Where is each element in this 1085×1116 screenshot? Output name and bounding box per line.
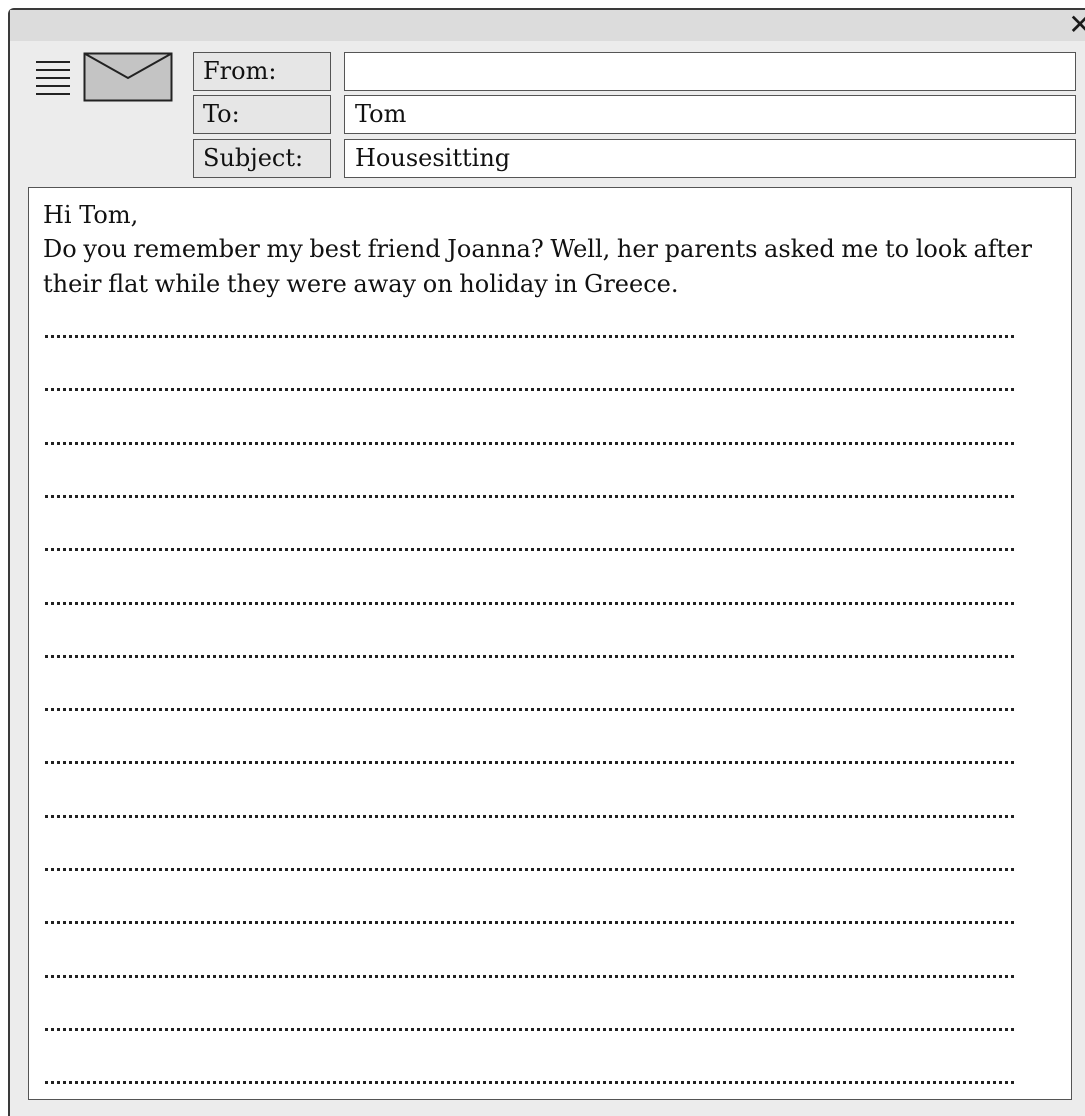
answer-line[interactable] [45, 868, 1014, 871]
answer-line[interactable] [45, 442, 1014, 445]
answer-line[interactable] [45, 921, 1014, 924]
from-label: From: [193, 52, 331, 91]
answer-line[interactable] [45, 708, 1014, 711]
subject-field[interactable]: Housesitting [344, 139, 1076, 178]
title-bar: ✕ [10, 9, 1085, 41]
message-text: Do you remember my best friend Joanna? W… [43, 235, 1032, 298]
answer-line[interactable] [45, 548, 1014, 551]
answer-line[interactable] [45, 1028, 1014, 1031]
answer-line[interactable] [45, 335, 1014, 338]
from-field[interactable] [344, 52, 1076, 91]
message-body[interactable]: Hi Tom, Do you remember my best friend J… [28, 187, 1072, 1100]
answer-line[interactable] [45, 655, 1014, 658]
answer-line[interactable] [45, 495, 1014, 498]
answer-line[interactable] [45, 761, 1014, 764]
answer-line[interactable] [45, 1081, 1014, 1084]
answer-line[interactable] [45, 602, 1014, 605]
subject-label: Subject: [193, 139, 331, 178]
answer-line[interactable] [45, 975, 1014, 978]
menu-icon[interactable] [34, 59, 74, 99]
answer-line[interactable] [45, 388, 1014, 391]
email-window: ✕ From: To: Tom Subject: Housesitting Hi… [8, 8, 1085, 1116]
to-label: To: [193, 95, 331, 134]
close-icon[interactable]: ✕ [1067, 9, 1085, 41]
envelope-icon [83, 52, 173, 102]
greeting-text: Hi Tom, [43, 201, 139, 229]
to-field[interactable]: Tom [344, 95, 1076, 134]
answer-line[interactable] [45, 815, 1014, 818]
